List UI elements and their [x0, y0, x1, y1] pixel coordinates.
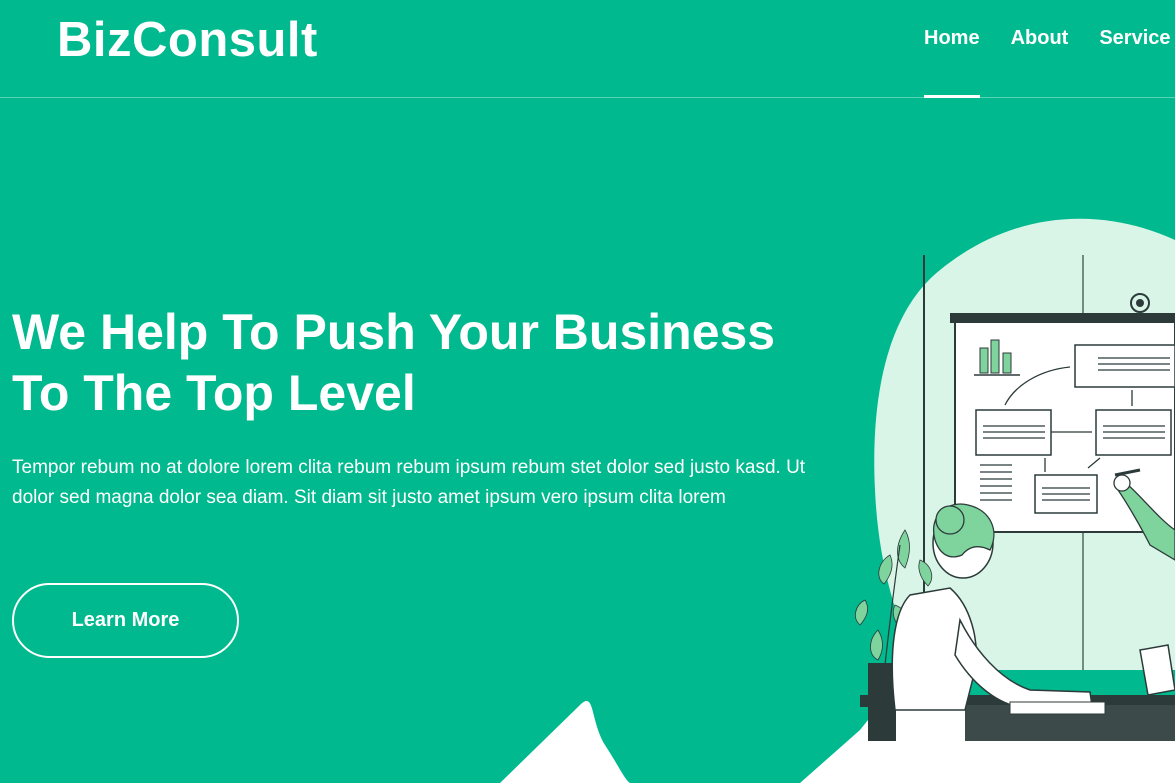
- nav-service[interactable]: Service: [1099, 27, 1170, 98]
- nav-about[interactable]: About: [1011, 27, 1069, 98]
- learn-more-button[interactable]: Learn More: [12, 583, 239, 658]
- navbar: BizConsult Home About Service: [0, 0, 1175, 98]
- hero-title-line2: To The Top Level: [12, 365, 416, 421]
- main-nav: Home About Service: [924, 27, 1171, 98]
- brand-logo[interactable]: BizConsult: [57, 12, 318, 68]
- nav-home[interactable]: Home: [924, 27, 980, 98]
- business-meeting-illustration-icon: [500, 218, 1175, 783]
